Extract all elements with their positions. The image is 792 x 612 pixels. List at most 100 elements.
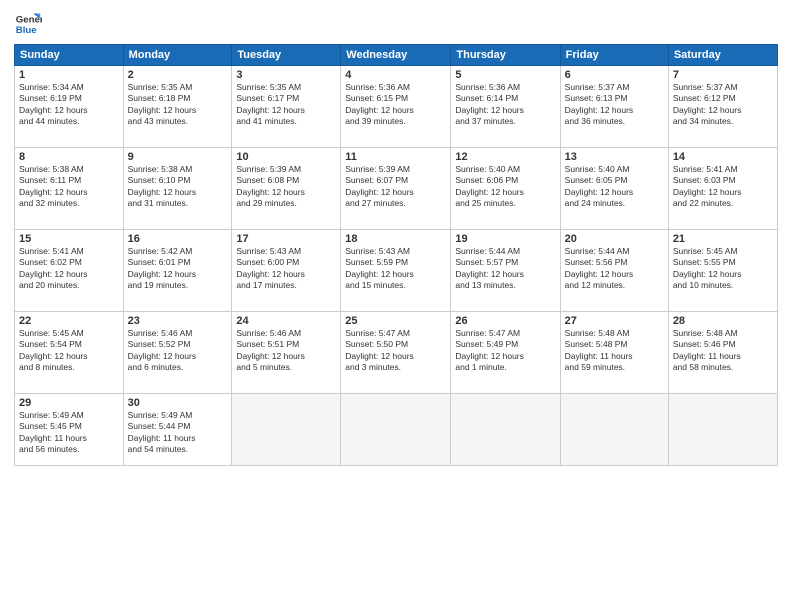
- day-info: Sunrise: 5:43 AMSunset: 6:00 PMDaylight:…: [236, 246, 336, 292]
- day-number: 20: [565, 233, 664, 245]
- day-cell: 30Sunrise: 5:49 AMSunset: 5:44 PMDayligh…: [123, 394, 232, 466]
- day-number: 8: [19, 151, 119, 163]
- day-cell: 11Sunrise: 5:39 AMSunset: 6:07 PMDayligh…: [341, 148, 451, 230]
- day-cell: 20Sunrise: 5:44 AMSunset: 5:56 PMDayligh…: [560, 230, 668, 312]
- day-info: Sunrise: 5:39 AMSunset: 6:07 PMDaylight:…: [345, 164, 446, 210]
- day-cell: 24Sunrise: 5:46 AMSunset: 5:51 PMDayligh…: [232, 312, 341, 394]
- day-number: 25: [345, 315, 446, 327]
- week-row-3: 15Sunrise: 5:41 AMSunset: 6:02 PMDayligh…: [15, 230, 778, 312]
- day-cell: 5Sunrise: 5:36 AMSunset: 6:14 PMDaylight…: [451, 66, 560, 148]
- day-cell: [668, 394, 777, 466]
- day-cell: 21Sunrise: 5:45 AMSunset: 5:55 PMDayligh…: [668, 230, 777, 312]
- day-number: 11: [345, 151, 446, 163]
- day-number: 24: [236, 315, 336, 327]
- day-info: Sunrise: 5:45 AMSunset: 5:54 PMDaylight:…: [19, 328, 119, 374]
- day-cell: 14Sunrise: 5:41 AMSunset: 6:03 PMDayligh…: [668, 148, 777, 230]
- day-cell: 28Sunrise: 5:48 AMSunset: 5:46 PMDayligh…: [668, 312, 777, 394]
- day-cell: 1Sunrise: 5:34 AMSunset: 6:19 PMDaylight…: [15, 66, 124, 148]
- day-number: 2: [128, 69, 228, 81]
- day-number: 1: [19, 69, 119, 81]
- day-number: 16: [128, 233, 228, 245]
- week-row-1: 1Sunrise: 5:34 AMSunset: 6:19 PMDaylight…: [15, 66, 778, 148]
- day-cell: 23Sunrise: 5:46 AMSunset: 5:52 PMDayligh…: [123, 312, 232, 394]
- day-number: 21: [673, 233, 773, 245]
- day-cell: 9Sunrise: 5:38 AMSunset: 6:10 PMDaylight…: [123, 148, 232, 230]
- day-info: Sunrise: 5:47 AMSunset: 5:49 PMDaylight:…: [455, 328, 555, 374]
- day-number: 27: [565, 315, 664, 327]
- header: General Blue: [14, 10, 778, 38]
- day-cell: 18Sunrise: 5:43 AMSunset: 5:59 PMDayligh…: [341, 230, 451, 312]
- day-info: Sunrise: 5:46 AMSunset: 5:52 PMDaylight:…: [128, 328, 228, 374]
- day-number: 30: [128, 397, 228, 409]
- day-info: Sunrise: 5:38 AMSunset: 6:10 PMDaylight:…: [128, 164, 228, 210]
- weekday-header-sunday: Sunday: [15, 45, 124, 66]
- day-number: 7: [673, 69, 773, 81]
- day-info: Sunrise: 5:43 AMSunset: 5:59 PMDaylight:…: [345, 246, 446, 292]
- day-cell: 19Sunrise: 5:44 AMSunset: 5:57 PMDayligh…: [451, 230, 560, 312]
- day-number: 4: [345, 69, 446, 81]
- day-cell: 26Sunrise: 5:47 AMSunset: 5:49 PMDayligh…: [451, 312, 560, 394]
- day-cell: 17Sunrise: 5:43 AMSunset: 6:00 PMDayligh…: [232, 230, 341, 312]
- day-cell: 25Sunrise: 5:47 AMSunset: 5:50 PMDayligh…: [341, 312, 451, 394]
- day-info: Sunrise: 5:39 AMSunset: 6:08 PMDaylight:…: [236, 164, 336, 210]
- day-number: 26: [455, 315, 555, 327]
- week-row-4: 22Sunrise: 5:45 AMSunset: 5:54 PMDayligh…: [15, 312, 778, 394]
- day-cell: 10Sunrise: 5:39 AMSunset: 6:08 PMDayligh…: [232, 148, 341, 230]
- day-cell: 12Sunrise: 5:40 AMSunset: 6:06 PMDayligh…: [451, 148, 560, 230]
- day-cell: [341, 394, 451, 466]
- day-info: Sunrise: 5:49 AMSunset: 5:45 PMDaylight:…: [19, 410, 119, 456]
- day-info: Sunrise: 5:44 AMSunset: 5:56 PMDaylight:…: [565, 246, 664, 292]
- day-cell: 22Sunrise: 5:45 AMSunset: 5:54 PMDayligh…: [15, 312, 124, 394]
- logo: General Blue: [14, 10, 46, 38]
- logo-icon: General Blue: [14, 10, 42, 38]
- day-number: 3: [236, 69, 336, 81]
- day-cell: 29Sunrise: 5:49 AMSunset: 5:45 PMDayligh…: [15, 394, 124, 466]
- day-info: Sunrise: 5:36 AMSunset: 6:14 PMDaylight:…: [455, 82, 555, 128]
- day-info: Sunrise: 5:37 AMSunset: 6:13 PMDaylight:…: [565, 82, 664, 128]
- day-cell: 3Sunrise: 5:35 AMSunset: 6:17 PMDaylight…: [232, 66, 341, 148]
- day-info: Sunrise: 5:44 AMSunset: 5:57 PMDaylight:…: [455, 246, 555, 292]
- day-cell: 7Sunrise: 5:37 AMSunset: 6:12 PMDaylight…: [668, 66, 777, 148]
- day-cell: [560, 394, 668, 466]
- day-info: Sunrise: 5:38 AMSunset: 6:11 PMDaylight:…: [19, 164, 119, 210]
- weekday-header-wednesday: Wednesday: [341, 45, 451, 66]
- weekday-header-friday: Friday: [560, 45, 668, 66]
- day-cell: 16Sunrise: 5:42 AMSunset: 6:01 PMDayligh…: [123, 230, 232, 312]
- day-number: 9: [128, 151, 228, 163]
- svg-text:Blue: Blue: [16, 25, 37, 36]
- day-cell: 2Sunrise: 5:35 AMSunset: 6:18 PMDaylight…: [123, 66, 232, 148]
- day-info: Sunrise: 5:46 AMSunset: 5:51 PMDaylight:…: [236, 328, 336, 374]
- day-cell: 6Sunrise: 5:37 AMSunset: 6:13 PMDaylight…: [560, 66, 668, 148]
- day-info: Sunrise: 5:47 AMSunset: 5:50 PMDaylight:…: [345, 328, 446, 374]
- week-row-5: 29Sunrise: 5:49 AMSunset: 5:45 PMDayligh…: [15, 394, 778, 466]
- day-info: Sunrise: 5:37 AMSunset: 6:12 PMDaylight:…: [673, 82, 773, 128]
- weekday-header-saturday: Saturday: [668, 45, 777, 66]
- day-number: 10: [236, 151, 336, 163]
- day-number: 19: [455, 233, 555, 245]
- weekday-header-thursday: Thursday: [451, 45, 560, 66]
- day-number: 23: [128, 315, 228, 327]
- day-number: 6: [565, 69, 664, 81]
- day-cell: 15Sunrise: 5:41 AMSunset: 6:02 PMDayligh…: [15, 230, 124, 312]
- day-cell: 27Sunrise: 5:48 AMSunset: 5:48 PMDayligh…: [560, 312, 668, 394]
- day-info: Sunrise: 5:34 AMSunset: 6:19 PMDaylight:…: [19, 82, 119, 128]
- day-info: Sunrise: 5:48 AMSunset: 5:48 PMDaylight:…: [565, 328, 664, 374]
- day-info: Sunrise: 5:40 AMSunset: 6:05 PMDaylight:…: [565, 164, 664, 210]
- day-number: 12: [455, 151, 555, 163]
- day-number: 29: [19, 397, 119, 409]
- day-number: 22: [19, 315, 119, 327]
- day-number: 28: [673, 315, 773, 327]
- day-number: 5: [455, 69, 555, 81]
- day-number: 18: [345, 233, 446, 245]
- day-info: Sunrise: 5:45 AMSunset: 5:55 PMDaylight:…: [673, 246, 773, 292]
- weekday-header-tuesday: Tuesday: [232, 45, 341, 66]
- weekday-header-monday: Monday: [123, 45, 232, 66]
- day-info: Sunrise: 5:40 AMSunset: 6:06 PMDaylight:…: [455, 164, 555, 210]
- weekday-header-row: SundayMondayTuesdayWednesdayThursdayFrid…: [15, 45, 778, 66]
- calendar: SundayMondayTuesdayWednesdayThursdayFrid…: [14, 44, 778, 466]
- day-cell: 8Sunrise: 5:38 AMSunset: 6:11 PMDaylight…: [15, 148, 124, 230]
- day-cell: 13Sunrise: 5:40 AMSunset: 6:05 PMDayligh…: [560, 148, 668, 230]
- day-cell: [232, 394, 341, 466]
- day-number: 13: [565, 151, 664, 163]
- week-row-2: 8Sunrise: 5:38 AMSunset: 6:11 PMDaylight…: [15, 148, 778, 230]
